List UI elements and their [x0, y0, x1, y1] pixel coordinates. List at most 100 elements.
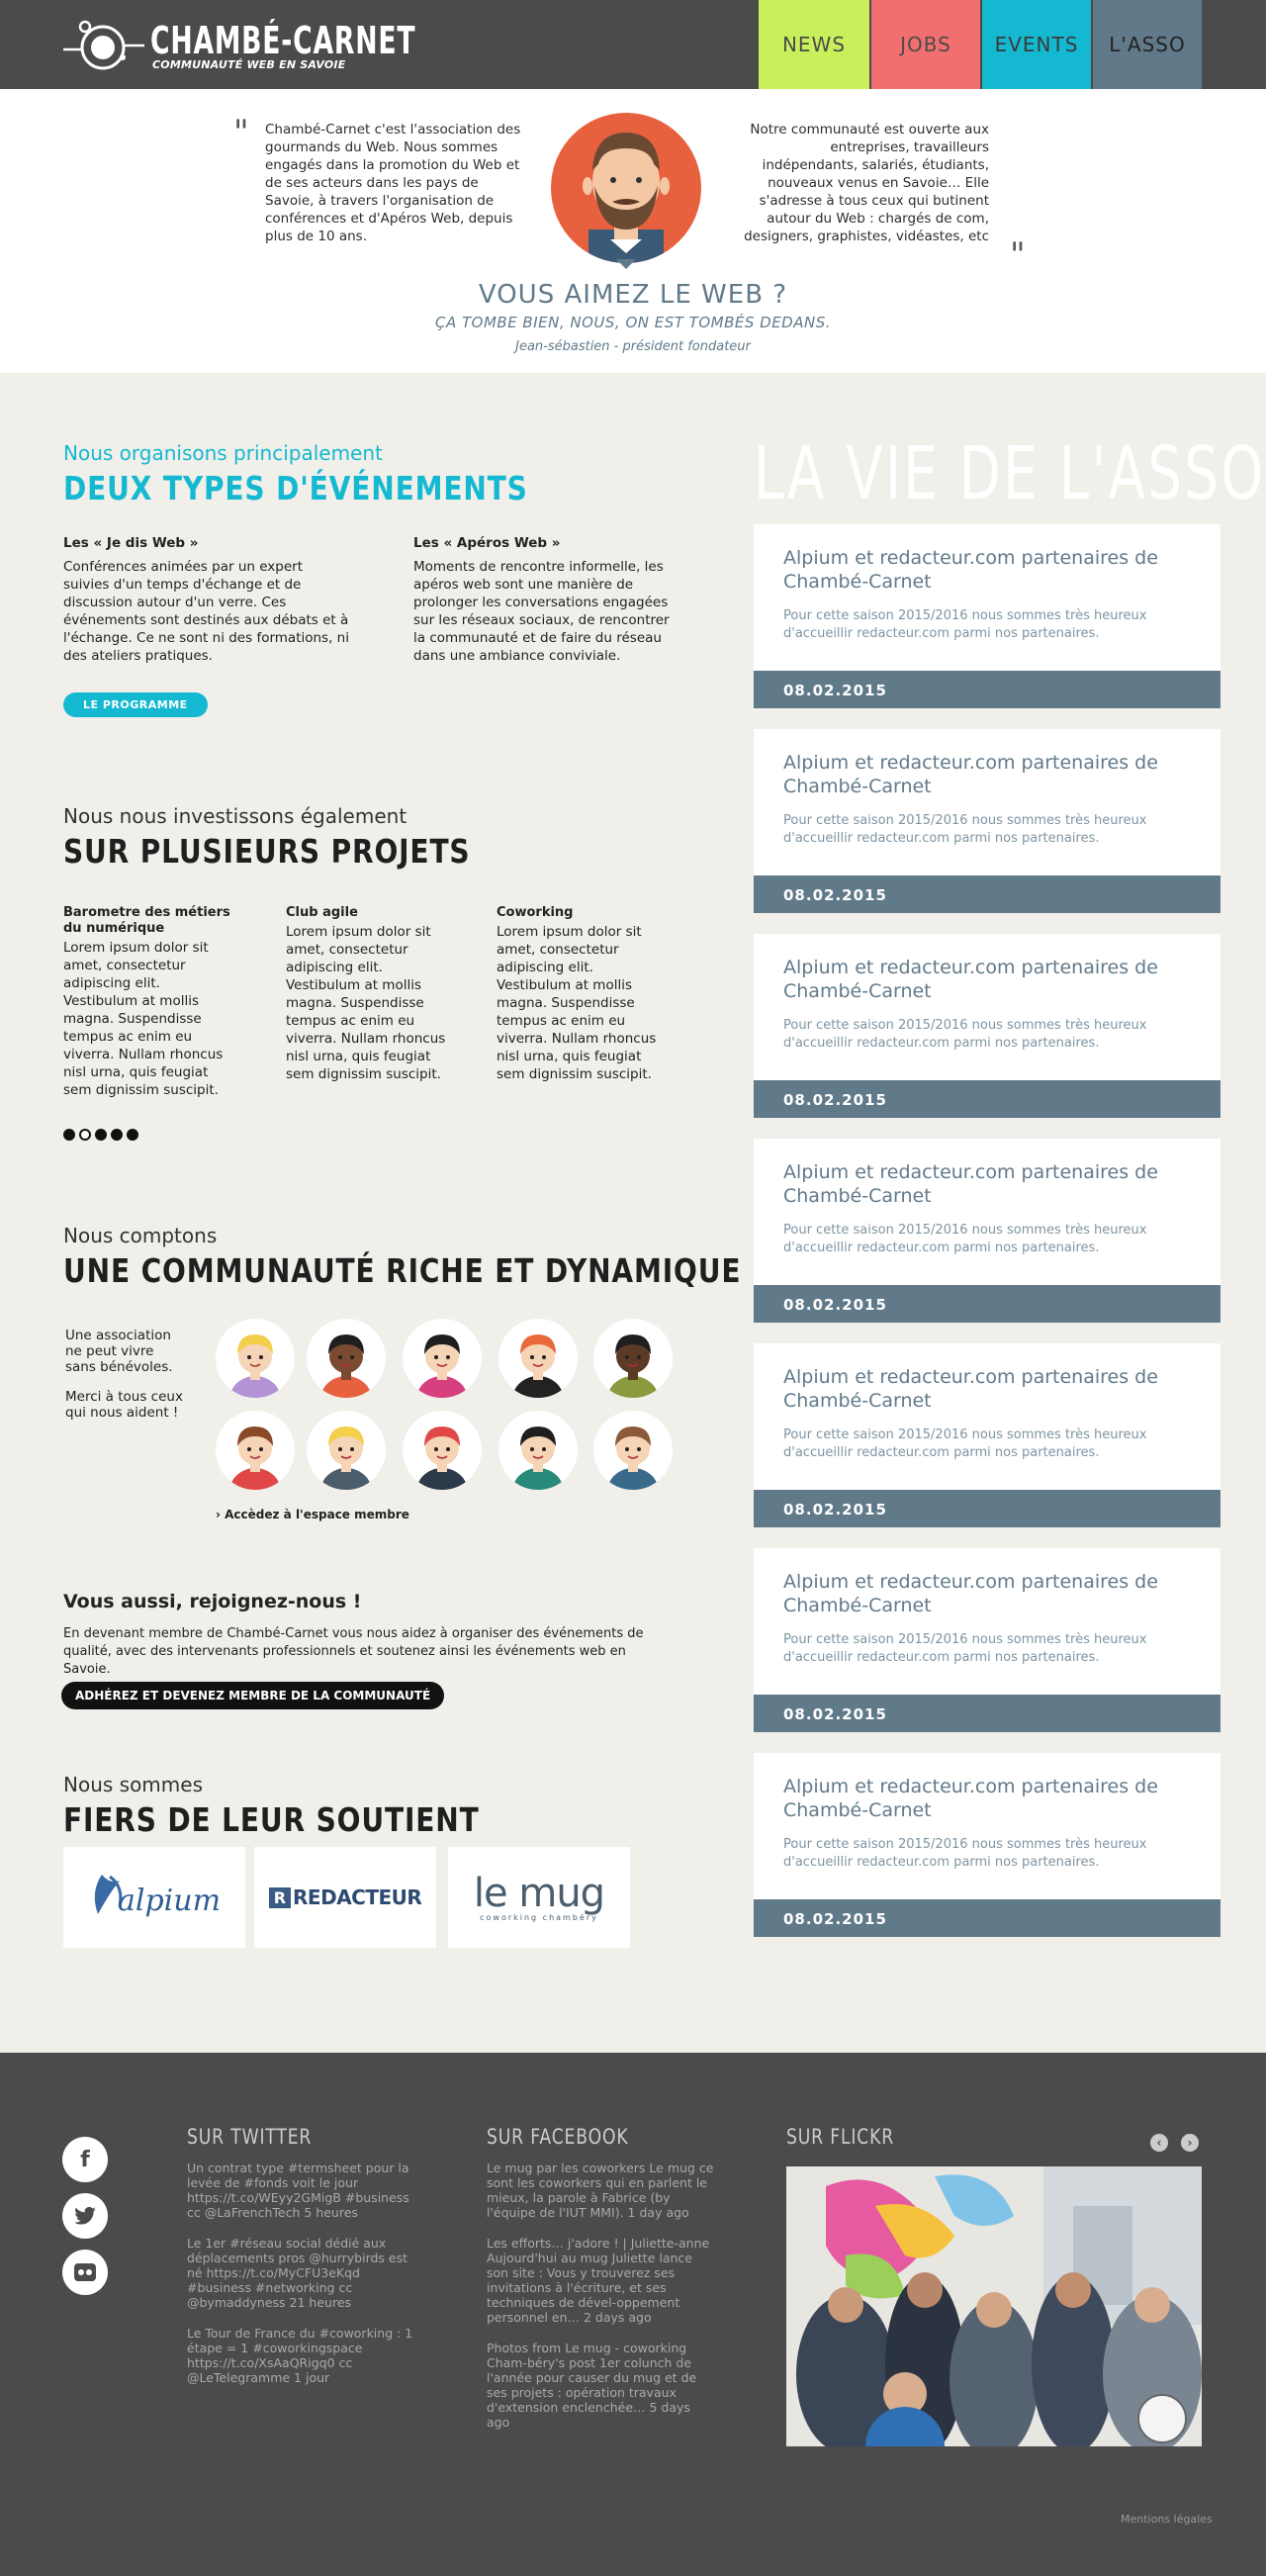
news-card-text: Pour cette saison 2015/2016 nous sommes … [783, 1018, 1147, 1051]
partner-logo-subtext: coworking chambéry [480, 1912, 598, 1922]
quote-close-icon: " [1010, 235, 1026, 275]
news-card-title[interactable]: Alpium et redacteur.com partenaires de C… [783, 546, 1191, 594]
member-space-link[interactable]: › Accèdez à l'espace membre [216, 1508, 409, 1521]
event-type-title: Les « Je dis Web » [63, 535, 199, 551]
pagination-dot[interactable] [127, 1129, 138, 1141]
nav-events[interactable]: EVENTS [980, 0, 1091, 89]
partner-logo-le-mug[interactable]: le mug coworking chambéry [448, 1847, 630, 1948]
partners-section: Nous sommes FIERS DE LEUR SOUTIENT [63, 1773, 553, 1839]
news-card-date: 08.02.2015 [754, 1285, 1221, 1323]
news-card-title[interactable]: Alpium et redacteur.com partenaires de C… [783, 1570, 1191, 1617]
legal-link[interactable]: Mentions légales [1121, 2513, 1213, 2526]
tweet-item[interactable]: Le 1er #réseau social dédié aux déplacem… [187, 2236, 414, 2310]
president-avatar [551, 113, 701, 263]
facebook-post[interactable]: Le mug par les coworkers Le mug ce sont … [487, 2161, 714, 2220]
projects-small-title: Nous nous investissons également [63, 804, 407, 828]
twitter-section-title: SUR TWITTER [187, 2125, 313, 2149]
partner-logo-redacteur[interactable]: R REDACTEUR [254, 1847, 436, 1948]
project-pagination [63, 1126, 142, 1145]
news-card[interactable]: Alpium et redacteur.com partenaires de C… [754, 1753, 1221, 1937]
project-text: Lorem ipsum dolor sit amet, consectetur … [497, 924, 657, 1082]
intro-title: VOUS AIMEZ LE WEB ? [478, 280, 788, 310]
flickr-icon[interactable] [62, 2250, 108, 2295]
news-card[interactable]: Alpium et redacteur.com partenaires de C… [754, 1343, 1221, 1527]
news-card-text: Pour cette saison 2015/2016 nous sommes … [783, 1427, 1147, 1460]
volunteer-avatar [216, 1319, 295, 1398]
news-card-title[interactable]: Alpium et redacteur.com partenaires de C… [783, 1775, 1191, 1822]
news-card-title[interactable]: Alpium et redacteur.com partenaires de C… [783, 1160, 1191, 1208]
news-card-title[interactable]: Alpium et redacteur.com partenaires de C… [783, 1365, 1191, 1413]
event-type-text: Conférences animées par un expert suivie… [63, 559, 349, 664]
logo-title: CHAMBÉ-CARNET [150, 18, 416, 62]
flickr-next-icon[interactable]: › [1181, 2134, 1199, 2152]
flickr-prev-icon[interactable]: ‹ [1150, 2134, 1168, 2152]
news-card-date: 08.02.2015 [754, 1695, 1221, 1732]
tweet-item[interactable]: Un contrat type #termsheet pour la levée… [187, 2161, 414, 2220]
news-card[interactable]: Alpium et redacteur.com partenaires de C… [754, 1548, 1221, 1732]
news-card-title[interactable]: Alpium et redacteur.com partenaires de C… [783, 751, 1191, 798]
news-card[interactable]: Alpium et redacteur.com partenaires de C… [754, 524, 1221, 708]
news-column-title: LA VIE DE L'ASSO [754, 431, 1266, 516]
facebook-icon[interactable]: f [62, 2137, 108, 2182]
news-card-text: Pour cette saison 2015/2016 nous sommes … [783, 1837, 1147, 1870]
project-text: Lorem ipsum dolor sit amet, consectetur … [63, 940, 224, 1098]
news-card-text: Pour cette saison 2015/2016 nous sommes … [783, 813, 1147, 846]
nav-jobs[interactable]: JOBS [869, 0, 980, 89]
partner-logo-text: le mug [473, 1870, 605, 1916]
projects-section: Nous nous investissons également SUR PLU… [63, 804, 542, 871]
news-card-title[interactable]: Alpium et redacteur.com partenaires de C… [783, 956, 1191, 1003]
pagination-dot[interactable] [111, 1129, 123, 1141]
quote-open-icon: " [233, 113, 249, 152]
join-text: En devenant membre de Chambé-Carnet vous… [63, 1626, 644, 1677]
volunteer-avatar [498, 1411, 578, 1490]
twitter-icon[interactable] [62, 2193, 108, 2239]
community-small-title: Nous comptons [63, 1224, 218, 1247]
community-text-2: Merci à tous ceux qui nous aident ! [65, 1389, 183, 1421]
project-item[interactable]: Coworking Lorem ipsum dolor sit amet, co… [497, 905, 670, 1083]
programme-button[interactable]: LE PROGRAMME [63, 692, 208, 717]
news-card-date: 08.02.2015 [754, 1490, 1221, 1527]
facebook-post[interactable]: Photos from Le mug - coworking Cham-béry… [487, 2341, 714, 2430]
news-card-date: 08.02.2015 [754, 1899, 1221, 1937]
flickr-section-title: SUR FLICKR [786, 2125, 895, 2149]
nav-asso[interactable]: L'ASSO [1091, 0, 1202, 101]
intro-author: Jean-sébastien - président fondateur [515, 339, 751, 354]
nav-news[interactable]: NEWS [759, 0, 869, 89]
partners-small-title: Nous sommes [63, 1773, 203, 1796]
volunteer-avatar [307, 1319, 386, 1398]
pagination-dot[interactable] [95, 1129, 107, 1141]
flickr-photo[interactable] [786, 2166, 1202, 2446]
project-title: Club agile [286, 905, 358, 920]
event-type-aperos-web: Les « Apéros Web » Moments de rencontre … [413, 534, 680, 665]
news-card-text: Pour cette saison 2015/2016 nous sommes … [783, 1223, 1147, 1255]
site-logo[interactable]: CHAMBÉ-CARNET COMMUNAUTÉ WEB EN SAVOIE [61, 14, 491, 77]
site-header: CHAMBÉ-CARNET COMMUNAUTÉ WEB EN SAVOIE N… [0, 0, 1266, 101]
facebook-post[interactable]: Les efforts… j'adore ! | Juliette-anne A… [487, 2236, 714, 2325]
main-nav: NEWS JOBS EVENTS L'ASSO [759, 0, 1202, 101]
event-type-text: Moments de rencontre informelle, les apé… [413, 559, 670, 664]
volunteer-avatar [593, 1411, 673, 1490]
news-card[interactable]: Alpium et redacteur.com partenaires de C… [754, 1139, 1221, 1323]
avatar-pointer-icon [616, 259, 636, 269]
project-item[interactable]: Barometre des métiers du numérique Lorem… [63, 905, 236, 1099]
project-item[interactable]: Club agile Lorem ipsum dolor sit amet, c… [286, 905, 459, 1083]
news-card-date: 08.02.2015 [754, 1080, 1221, 1118]
news-card[interactable]: Alpium et redacteur.com partenaires de C… [754, 729, 1221, 913]
project-title: Barometre des métiers du numérique [63, 905, 230, 936]
news-card[interactable]: Alpium et redacteur.com partenaires de C… [754, 934, 1221, 1118]
volunteer-avatar [498, 1319, 578, 1398]
volunteer-avatar [403, 1319, 482, 1398]
pagination-dot-active[interactable] [79, 1129, 91, 1141]
projects-big-title: SUR PLUSIEURS PROJETS [63, 832, 471, 871]
pagination-dot[interactable] [63, 1129, 75, 1141]
intro-subtitle: ÇA TOMBE BIEN, NOUS, ON EST TOMBÉS DEDAN… [434, 314, 831, 331]
partner-logo-text: alpium [118, 1884, 221, 1918]
partner-logo-alpium[interactable]: alpium [63, 1847, 245, 1948]
tweet-item[interactable]: Le Tour de France du #coworking : 1 étap… [187, 2326, 414, 2385]
event-type-je-dis-web: Les « Je dis Web » Conférences animées p… [63, 534, 350, 665]
community-section: Nous comptons UNE COMMUNAUTÉ RICHE ET DY… [63, 1224, 860, 1290]
logo-mark-icon [61, 14, 144, 77]
join-button[interactable]: ADHÉREZ ET DEVENEZ MEMBRE DE LA COMMUNAU… [61, 1682, 445, 1709]
volunteer-avatar [403, 1411, 482, 1490]
events-section: Nous organisons principalement DEUX TYPE… [63, 441, 610, 507]
